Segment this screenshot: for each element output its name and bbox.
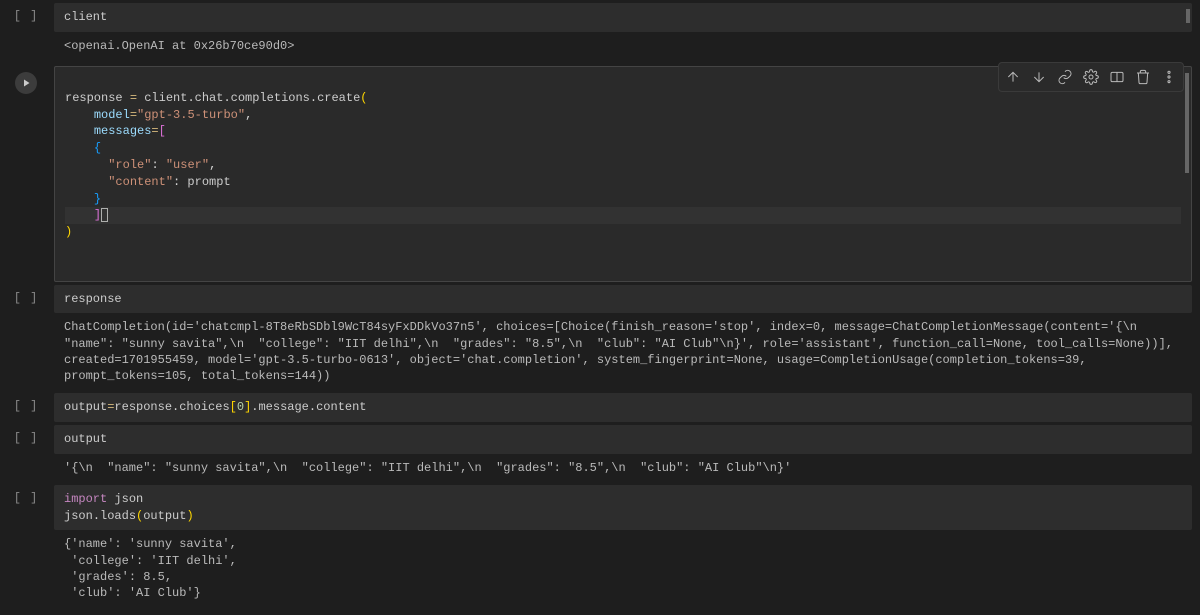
text-cursor [101,208,108,222]
execution-indicator[interactable]: [ ] [8,485,44,505]
run-button[interactable] [8,66,44,94]
settings-button[interactable] [1079,65,1103,89]
delete-button[interactable] [1131,65,1155,89]
code-input[interactable]: output=response.choices[0].message.conte… [54,393,1192,422]
notebook: [ ] client <openai.OpenAI at 0x26b70ce90… [0,3,1200,607]
move-down-button[interactable] [1027,65,1051,89]
cell-assign-output: [ ] output=response.choices[0].message.c… [8,393,1192,422]
code-input[interactable]: client [54,3,1192,32]
cell-response: [ ] response ChatCompletion(id='chatcmpl… [8,285,1192,391]
code-input[interactable]: import json json.loads(output) [54,485,1192,531]
execution-indicator[interactable]: [ ] [8,285,44,305]
cell-output: '{\n "name": "sunny savita",\n "college"… [54,454,1192,482]
cell-output-var: [ ] output '{\n "name": "sunny savita",\… [8,425,1192,482]
collapse-marker[interactable] [1186,9,1190,23]
collapse-marker[interactable] [1185,73,1189,173]
code-input[interactable]: response = client.chat.completions.creat… [54,66,1192,282]
cell-output: <openai.OpenAI at 0x26b70ce90d0> [54,32,1192,60]
cell-create-completion: response = client.chat.completions.creat… [8,66,1192,282]
mirror-button[interactable] [1105,65,1129,89]
link-button[interactable] [1053,65,1077,89]
cell-toolbar [998,62,1184,92]
cell-json-loads: [ ] import json json.loads(output) {'nam… [8,485,1192,607]
execution-indicator[interactable]: [ ] [8,425,44,445]
code-input[interactable]: output [54,425,1192,454]
cell-output: ChatCompletion(id='chatcmpl-8T8eRbSDbl9W… [54,313,1192,390]
more-button[interactable] [1157,65,1181,89]
cell-output: {'name': 'sunny savita', 'college': 'IIT… [54,530,1192,607]
execution-indicator[interactable]: [ ] [8,3,44,23]
execution-indicator[interactable]: [ ] [8,393,44,413]
cell-client: [ ] client <openai.OpenAI at 0x26b70ce90… [8,3,1192,60]
code-input[interactable]: response [54,285,1192,314]
move-up-button[interactable] [1001,65,1025,89]
